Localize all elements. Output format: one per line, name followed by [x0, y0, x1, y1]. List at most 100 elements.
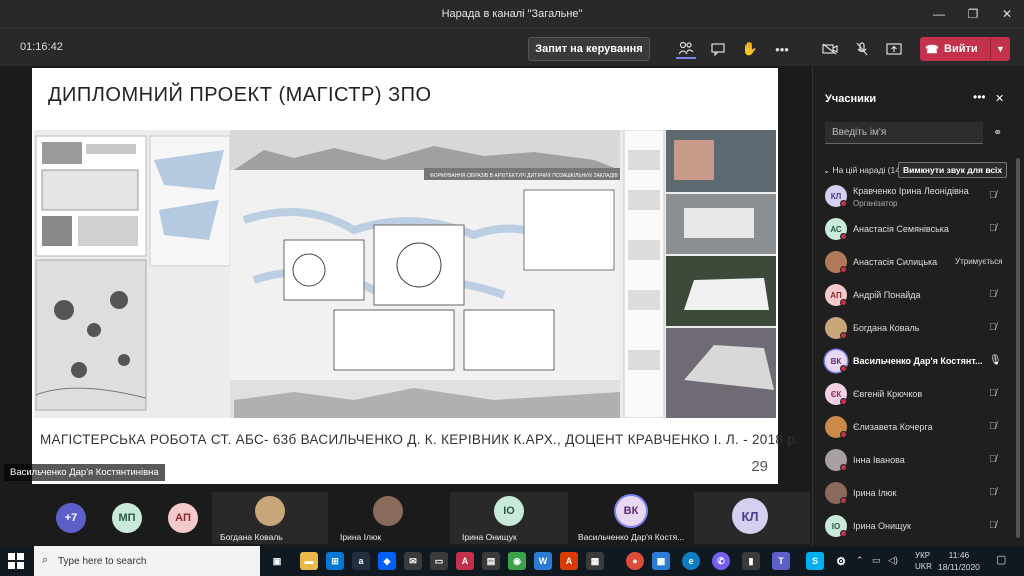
participant-photo [373, 496, 403, 526]
camera-off-icon[interactable] [820, 39, 840, 59]
participant-avatar[interactable]: МП [112, 503, 142, 533]
maximize-icon[interactable]: ❐ [956, 0, 990, 28]
mic-off-icon[interactable]: 🎙̸ [989, 421, 997, 432]
close-window-icon[interactable]: ✕ [990, 0, 1024, 28]
notifications-icon[interactable]: ▢ [996, 553, 1006, 566]
chat-icon[interactable] [708, 39, 728, 59]
mic-off-icon[interactable]: 🎙̸ [989, 487, 997, 498]
network-icon[interactable]: ▭ [872, 555, 881, 566]
raise-hand-icon[interactable]: ✋ [740, 39, 760, 59]
chrome-icon[interactable]: ● [626, 552, 644, 570]
window-title: Нарада в каналі "Загальне" [441, 8, 583, 20]
close-panel-icon[interactable]: ✕ [995, 92, 1004, 105]
mic-off-icon[interactable]: 🎙̸ [989, 190, 997, 201]
language-indicator[interactable]: УКР UKR [915, 550, 932, 572]
monitor-icon[interactable]: ▭ [430, 552, 448, 570]
participant-row[interactable]: АС Анастасія Семянівська 🎙̸ [813, 213, 1017, 246]
participant-row[interactable]: Інна Іванова 🎙̸ [813, 444, 1017, 477]
video-tile[interactable]: ІО Ірина Онищук [450, 492, 568, 544]
mute-all-button[interactable]: Вимкнути звук для всіх [898, 162, 1008, 178]
viber-icon[interactable]: ✆ [712, 552, 730, 570]
participant-row[interactable]: Анастасія Силицька Утримується [813, 246, 1017, 279]
status-dot [840, 332, 847, 339]
video-tile-name: Ірина Ілюк [340, 532, 382, 542]
participant-row[interactable]: ІО Ірина Онищук 🎙̸ [813, 510, 1017, 543]
amazon-icon[interactable]: a [352, 552, 370, 570]
participant-avatar: ІО [494, 496, 524, 526]
participant-name: Інна Іванова [853, 455, 905, 465]
skype-icon[interactable]: S [806, 552, 824, 570]
participant-avatar[interactable]: АП [168, 503, 198, 533]
poster-drawings: ФОРМУВАННЯ ОБРАЗІВ В АРХІТЕКТУРІ ДИТЯЧИХ… [34, 130, 776, 418]
mic-off-icon[interactable]: 🎙̸ [989, 322, 997, 333]
poster-banner-text: ФОРМУВАННЯ ОБРАЗІВ В АРХІТЕКТУРІ ДИТЯЧИХ… [430, 173, 618, 179]
language-bottom: UKR [915, 562, 932, 571]
shared-screen: ДИПЛОМНИЙ ПРОЕКТ (МАГІСТР) ЗПО ФОРМУВАНН… [0, 66, 812, 490]
request-control-button[interactable]: Запит на керування [528, 37, 650, 61]
status-dot [840, 431, 847, 438]
task-view-icon[interactable]: ▣ [268, 552, 286, 570]
mic-off-icon[interactable]: 🎙̸ [989, 289, 997, 300]
taskbar-clock[interactable]: 11:46 18/11/2020 [938, 549, 980, 573]
participant-name: Євгеній Крючков [853, 389, 923, 399]
windows-start-icon[interactable] [8, 553, 24, 569]
participant-avatar: КЛ [732, 498, 768, 534]
participant-name: Андрій Понайда [853, 290, 921, 300]
overflow-count-avatar[interactable]: +7 [56, 503, 86, 533]
pdf-icon[interactable]: A [456, 552, 474, 570]
participant-row[interactable]: АП Андрій Понайда 🎙̸ [813, 279, 1017, 312]
file-explorer-icon[interactable]: ▬ [300, 552, 318, 570]
link-share-icon[interactable]: ⚭ [993, 126, 1002, 139]
participant-row[interactable]: ВК Васильченко Дар'я Костянт... 🎙 [813, 345, 1017, 378]
minimize-icon[interactable]: — [922, 0, 956, 28]
tiles-app-icon[interactable]: ▩ [652, 552, 670, 570]
more-actions-icon[interactable]: ••• [772, 39, 792, 59]
slide-caption: МАГІСТЕРСЬКА РОБОТА СТ. АБС- 63б ВАСИЛЬЧ… [40, 432, 800, 447]
status-dot [840, 233, 847, 240]
mail-icon[interactable]: ✉ [404, 552, 422, 570]
folder-icon[interactable]: ▦ [586, 552, 604, 570]
mic-on-icon[interactable]: 🎙 [989, 355, 1002, 366]
more-options-icon[interactable]: ••• [973, 90, 986, 104]
panel-title: Учасники [825, 93, 877, 105]
video-tile[interactable]: ВК Васильченко Дар'я Костя... [570, 492, 692, 544]
teams-icon[interactable]: T [772, 552, 790, 570]
participant-row[interactable]: Богдана Коваль 🎙̸ [813, 312, 1017, 345]
in-meeting-section-label[interactable]: ⌄ На цій нараді (14) [823, 165, 903, 176]
word-icon[interactable]: W [534, 552, 552, 570]
leave-button[interactable]: ☎ Вийти ▼ [920, 37, 1010, 61]
mic-off-icon[interactable]: 🎙̸ [989, 520, 997, 531]
gallery-group-tile[interactable]: +7 МП АП [0, 492, 210, 544]
mic-off-icon[interactable]: 🎙̸ [989, 223, 997, 234]
edge-icon[interactable]: e [682, 552, 700, 570]
window-controls: — ❐ ✕ [922, 0, 1024, 28]
participants-icon[interactable] [676, 39, 696, 59]
taskbar-search-box[interactable]: ⌕ Type here to search [34, 546, 260, 576]
green-app-icon[interactable]: ◉ [508, 552, 526, 570]
store-icon[interactable]: ⊞ [326, 552, 344, 570]
video-tile[interactable]: КЛ [694, 492, 810, 544]
video-tile[interactable]: Ірина Ілюк [330, 492, 446, 544]
mic-off-icon[interactable]: 🎙̸ [989, 388, 997, 399]
participant-name: Васильченко Дар'я Костянт... [853, 356, 983, 366]
usb-drive-icon[interactable]: ▮ [742, 552, 760, 570]
participant-row[interactable]: ЄК Євгеній Крючков 🎙̸ [813, 378, 1017, 411]
participant-row[interactable]: Ірина Ілюк 🎙̸ [813, 477, 1017, 510]
chevron-down-icon[interactable]: ▼ [990, 37, 1010, 61]
mic-off-icon[interactable] [852, 39, 872, 59]
mic-off-icon[interactable]: 🎙̸ [989, 454, 997, 465]
participant-row[interactable]: КЛ Кравченко Ірина Леонідівна Організато… [813, 180, 1017, 213]
tray-chevron-icon[interactable]: ⌃ [856, 555, 864, 566]
video-tile[interactable]: Богдана Коваль [212, 492, 328, 544]
dropbox-icon[interactable]: ◆ [378, 552, 396, 570]
participant-row[interactable]: Єлизавета Кочерга 🎙̸ [813, 411, 1017, 444]
video-gallery: +7 МП АП Богдана Коваль Ірина Ілюк ІО Ір… [0, 490, 812, 546]
terminal-icon[interactable]: ▤ [482, 552, 500, 570]
slide-title: ДИПЛОМНИЙ ПРОЕКТ (МАГІСТР) ЗПО [48, 84, 432, 106]
system-tray-icon[interactable]: ⚙ [832, 552, 850, 570]
acrobat-icon[interactable]: A [560, 552, 578, 570]
participant-search-input[interactable] [825, 122, 983, 144]
share-screen-icon[interactable] [884, 39, 904, 59]
volume-icon[interactable]: ◁) [888, 555, 898, 566]
video-tile-name: Богдана Коваль [220, 532, 283, 542]
